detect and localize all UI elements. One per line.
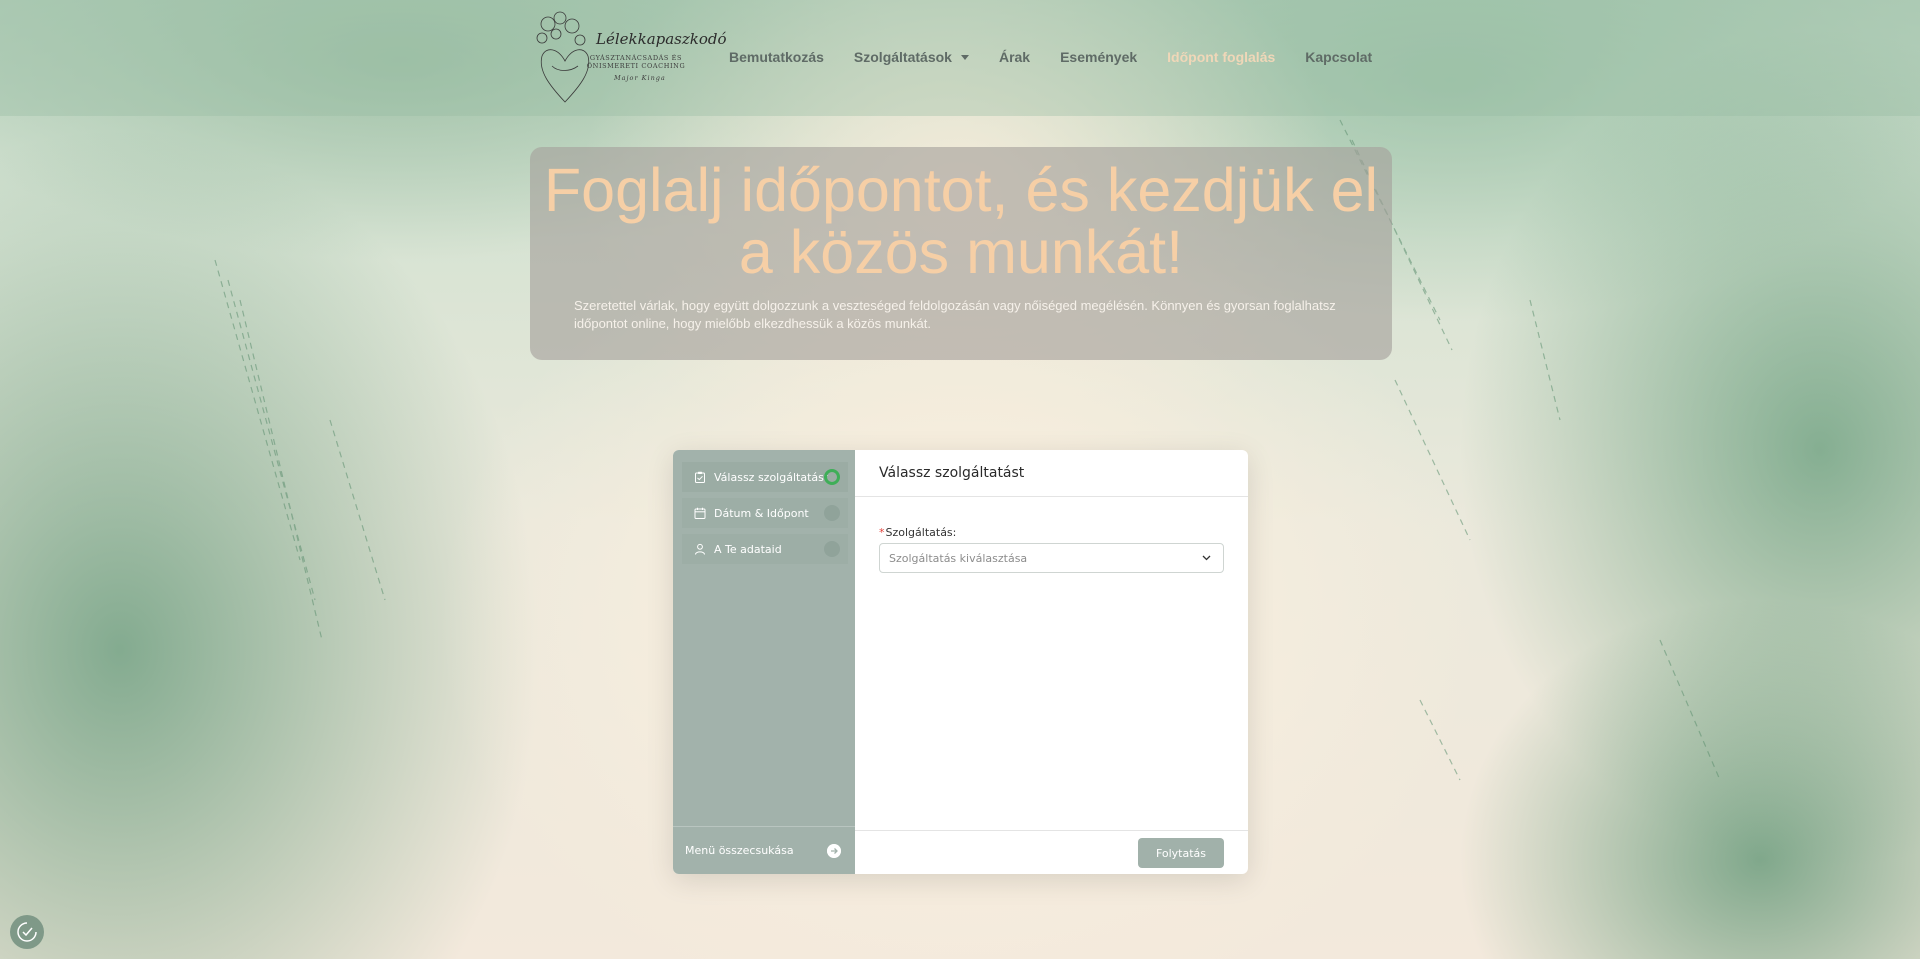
nav-item-label: Szolgáltatások [853, 49, 952, 65]
nav-item-esemenyek[interactable]: Események [1060, 49, 1137, 65]
hero-text: Szeretettel várlak, hogy együtt dolgozzu… [574, 298, 1336, 331]
service-select[interactable]: Szolgáltatás kiválasztása [879, 543, 1224, 573]
hero-title: Foglalj időpontot, és kezdjük el a közös… [543, 156, 1379, 286]
required-mark: * [879, 526, 885, 539]
logo-signature: Major Kinga [614, 74, 666, 82]
chevron-down-icon [960, 54, 969, 60]
step-your-details[interactable]: A Te adataid [682, 534, 848, 564]
collapse-menu-label: Menü összecsukása [685, 844, 794, 857]
user-icon [695, 543, 705, 555]
nav-item-idopont-foglalas[interactable]: Időpont foglalás [1167, 49, 1275, 65]
step-date-time[interactable]: Dátum & Időpont [682, 498, 848, 528]
nav-item-arak[interactable]: Árak [999, 49, 1030, 65]
panel-footer: Folytatás [855, 830, 1248, 874]
field-label-text: Szolgáltatás: [885, 526, 957, 539]
nav-item-szolgaltatasok[interactable]: Szolgáltatások [854, 49, 969, 65]
step-label: Dátum & Időpont [714, 506, 809, 520]
chevron-down-icon [1202, 555, 1211, 561]
booking-steps-sidebar: Válassz szolgáltatást Dátum & Időpont A … [673, 450, 855, 874]
step-label: A Te adataid [714, 542, 782, 556]
continue-button[interactable]: Folytatás [1138, 838, 1224, 868]
cookie-consent-icon [17, 922, 37, 942]
service-field-label: *Szolgáltatás: [879, 526, 956, 539]
nav-item-bemutatkozas[interactable]: Bemutatkozás [729, 49, 824, 65]
clipboard-icon [695, 471, 705, 483]
step-label: Válassz szolgáltatást [714, 470, 829, 484]
step-indicator [824, 505, 840, 521]
logo-title: Lélekkapaszkodó [596, 30, 727, 48]
panel-title: Válassz szolgáltatást [855, 450, 1248, 497]
nav-item-kapcsolat[interactable]: Kapcsolat [1305, 49, 1372, 65]
step-indicator [824, 541, 840, 557]
calendar-icon [694, 507, 706, 519]
arrow-right-circle-icon [827, 844, 841, 858]
step-select-service[interactable]: Válassz szolgáltatást [682, 462, 848, 492]
booking-main-panel: Válassz szolgáltatást *Szolgáltatás: Szo… [855, 450, 1248, 874]
logo-subtitle: GYÁSZTANÁCSADÁS ÉS ÖNISMERETI COACHING [586, 54, 686, 70]
cookie-settings-button[interactable] [10, 915, 44, 949]
collapse-menu-button[interactable]: Menü összecsukása [673, 826, 855, 874]
site-logo[interactable]: Lélekkapaszkodó GYÁSZTANÁCSADÁS ÉS ÖNISM… [530, 6, 727, 110]
booking-widget: Válassz szolgáltatást Dátum & Időpont A … [673, 450, 1248, 874]
main-nav: Bemutatkozás Szolgáltatások Árak Esemény… [729, 49, 1402, 65]
step-active-indicator [824, 469, 840, 485]
select-placeholder: Szolgáltatás kiválasztása [889, 551, 1028, 565]
hero-banner: Foglalj időpontot, és kezdjük el a közös… [530, 147, 1392, 360]
